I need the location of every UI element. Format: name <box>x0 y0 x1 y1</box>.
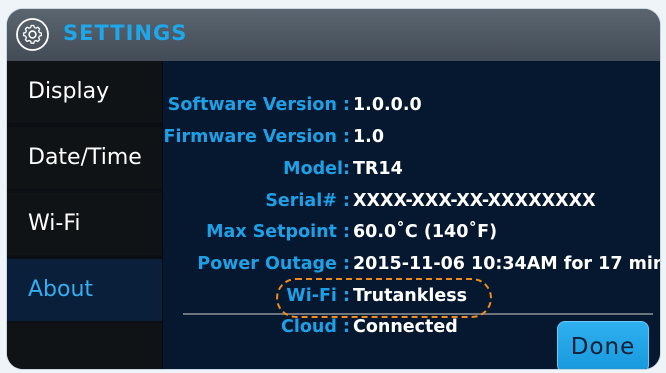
firmware-version-label: Firmware Version : <box>163 127 350 147</box>
model-label: Model: <box>283 159 350 179</box>
serial-label: Serial# : <box>265 191 350 211</box>
wifi-label: Wi-Fi : <box>286 286 350 306</box>
about-panel: Software Version : 1.0.0.0 Firmware Vers… <box>163 61 660 369</box>
info-row-wifi: Wi-Fi : Trutankless <box>163 286 660 314</box>
cloud-label: Cloud : <box>281 317 350 337</box>
info-row-firmware-version: Firmware Version : 1.0 <box>163 127 660 155</box>
software-version-label: Software Version : <box>167 95 350 115</box>
info-row-serial: Serial# : XXXX-XXX-XX-XXXXXXXX <box>163 191 660 219</box>
wifi-value: Trutankless <box>353 286 468 306</box>
software-version-value: 1.0.0.0 <box>353 95 422 115</box>
serial-value: XXXX-XXX-XX-XXXXXXXX <box>353 191 596 211</box>
cloud-value: Connected <box>353 317 458 337</box>
sidebar-item-about[interactable]: About <box>7 259 162 321</box>
power-outage-value: 2015-11-06 10:34AM for 17 min <box>353 254 660 274</box>
max-setpoint-value: 60.0˚C (140˚F) <box>353 222 498 242</box>
sidebar-item-wifi[interactable]: Wi-Fi <box>7 193 162 255</box>
power-outage-label: Power Outage : <box>197 254 350 274</box>
settings-header: SETTINGS <box>7 9 660 61</box>
sidebar-empty-slot <box>7 323 162 369</box>
sidebar-item-display[interactable]: Display <box>7 61 162 123</box>
sidebar-item-date-time[interactable]: Date/Time <box>7 127 162 189</box>
info-row-model: Model: TR14 <box>163 159 660 187</box>
settings-screen: SETTINGS Display Date/Time Wi-Fi About S… <box>7 9 660 369</box>
settings-sidebar: Display Date/Time Wi-Fi About <box>7 61 162 369</box>
firmware-version-value: 1.0 <box>353 127 385 147</box>
info-row-max-setpoint: Max Setpoint : 60.0˚C (140˚F) <box>163 222 660 250</box>
gear-icon <box>16 18 49 51</box>
done-button[interactable]: Done <box>557 321 649 369</box>
max-setpoint-label: Max Setpoint : <box>206 222 350 242</box>
page-title: SETTINGS <box>63 21 188 45</box>
info-row-software-version: Software Version : 1.0.0.0 <box>163 95 660 123</box>
model-value: TR14 <box>353 159 403 179</box>
